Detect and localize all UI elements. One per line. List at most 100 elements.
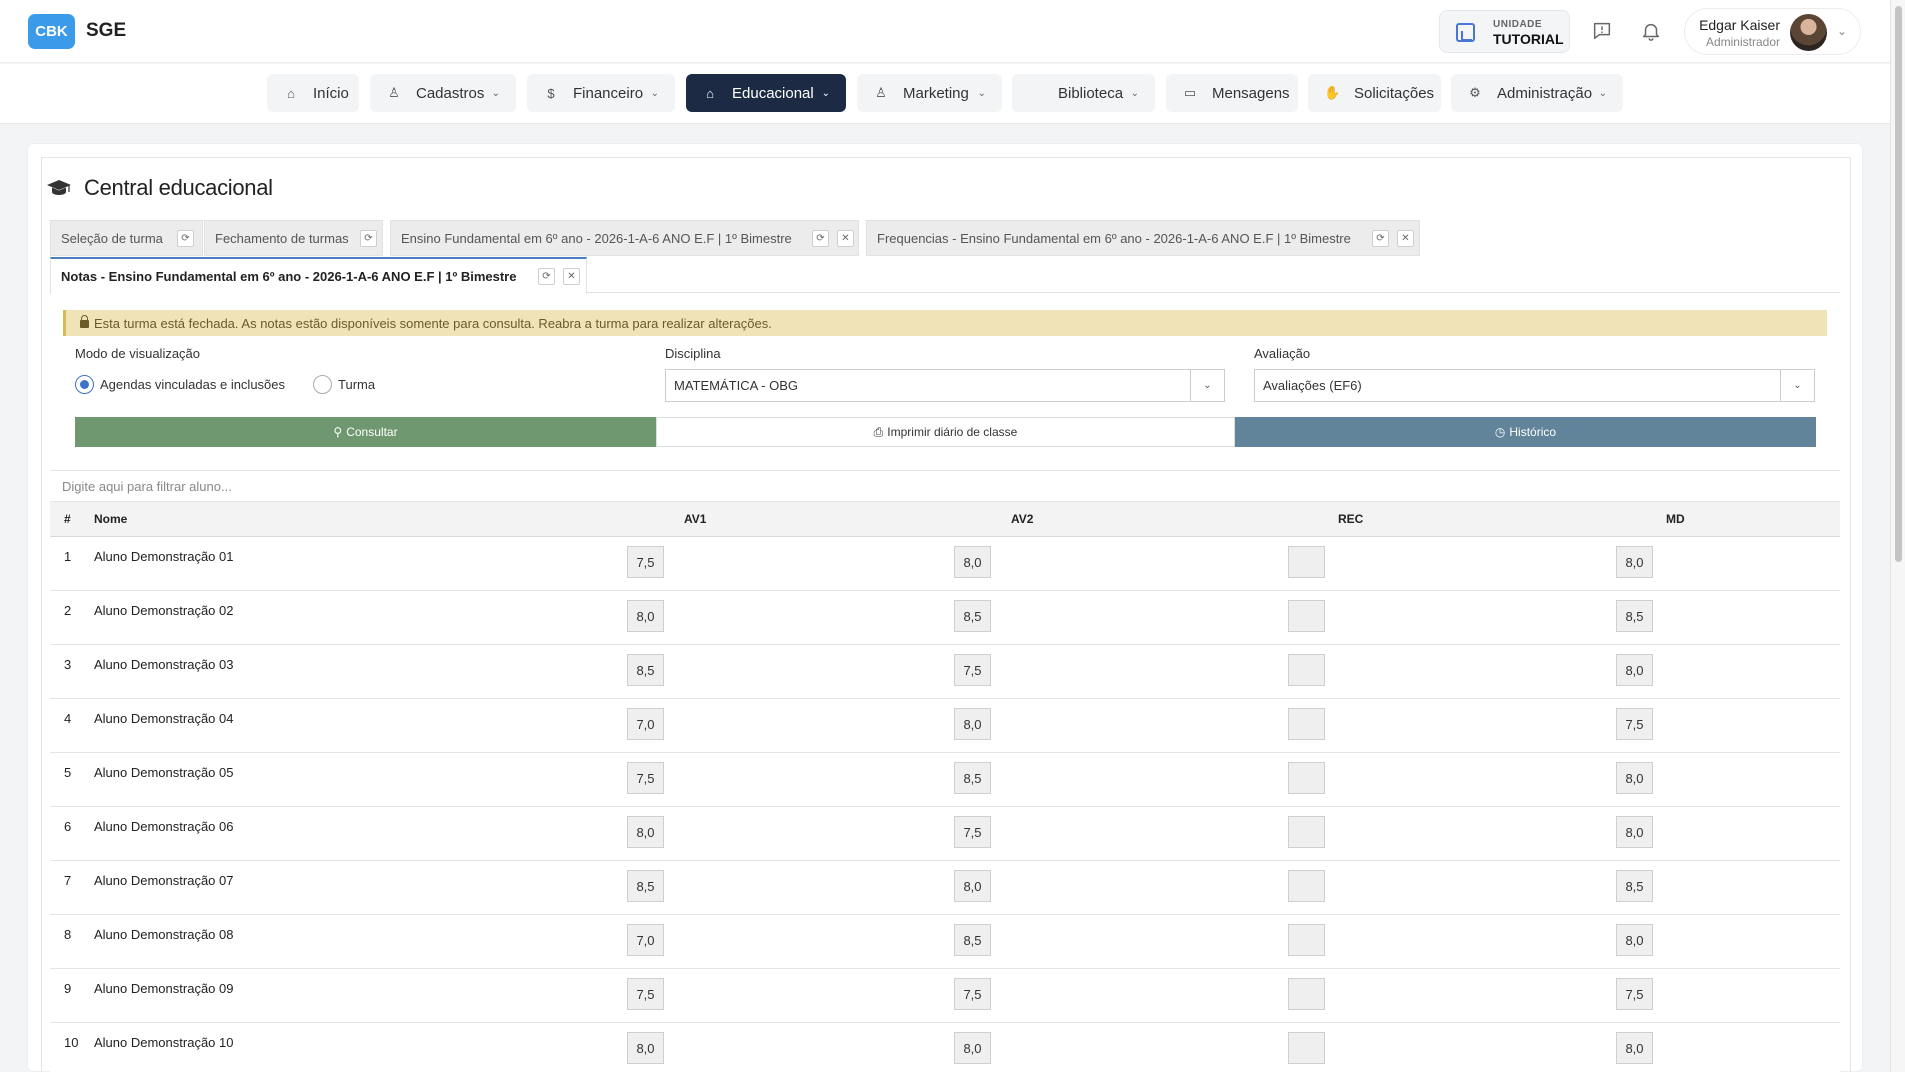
col-rec[interactable]: REC xyxy=(1338,512,1363,526)
grade-rec[interactable] xyxy=(1288,1032,1325,1064)
grade-av2[interactable]: 7,5 xyxy=(954,978,991,1010)
close-icon[interactable]: ✕ xyxy=(1397,230,1414,247)
historico-button[interactable]: ◷ Histórico xyxy=(1235,417,1816,447)
table-row: 5 Aluno Demonstração 05 7,5 8,5 8,0 xyxy=(50,753,1840,807)
grade-rec[interactable] xyxy=(1288,816,1325,848)
folder-icon: ▭ xyxy=(1183,85,1197,100)
grade-av1[interactable]: 8,0 xyxy=(627,816,664,848)
disciplina-select[interactable]: MATEMÁTICA - OBG ⌄ xyxy=(665,369,1225,402)
disciplina-label: Disciplina xyxy=(665,346,721,361)
grade-rec[interactable] xyxy=(1288,924,1325,956)
consultar-button[interactable]: ⚲ Consultar xyxy=(75,417,656,447)
disciplina-value: MATEMÁTICA - OBG xyxy=(674,378,798,393)
student-filter-input[interactable]: Digite aqui para filtrar aluno... xyxy=(50,470,1840,502)
grade-md[interactable]: 7,5 xyxy=(1616,708,1653,740)
grade-av2[interactable]: 8,0 xyxy=(954,1032,991,1064)
nav-label: Início xyxy=(313,84,349,102)
col-md[interactable]: MD xyxy=(1666,512,1685,526)
nav-item-biblioteca[interactable]: Biblioteca ⌄ xyxy=(1012,74,1155,112)
grade-md[interactable]: 8,5 xyxy=(1616,600,1653,632)
grade-av2[interactable]: 8,0 xyxy=(954,870,991,902)
nav-item-inicio[interactable]: ⌂ Início xyxy=(267,74,359,112)
lock-icon xyxy=(80,315,89,328)
nav-item-solicitacoes[interactable]: ✋ Solicitações xyxy=(1308,74,1441,112)
tab-notas[interactable]: Notas - Ensino Fundamental em 6º ano - 2… xyxy=(50,257,587,294)
search-icon: ⚲ xyxy=(333,425,343,439)
refresh-icon[interactable]: ⟳ xyxy=(1372,230,1389,247)
nav-item-administracao[interactable]: ⚙ Administração ⌄ xyxy=(1451,74,1623,112)
grade-av1[interactable]: 8,5 xyxy=(627,654,664,686)
grade-rec[interactable] xyxy=(1288,978,1325,1010)
grade-rec[interactable] xyxy=(1288,708,1325,740)
nav-item-mensagens[interactable]: ▭ Mensagens xyxy=(1166,74,1298,112)
grade-av2[interactable]: 8,0 xyxy=(954,708,991,740)
nav-item-educacional[interactable]: ⌂ Educacional ⌄ xyxy=(686,74,846,112)
grade-rec[interactable] xyxy=(1288,762,1325,794)
grade-md[interactable]: 8,5 xyxy=(1616,870,1653,902)
unit-value: TUTORIAL xyxy=(1493,31,1564,47)
grade-av1[interactable]: 8,0 xyxy=(627,600,664,632)
grade-av1[interactable]: 8,5 xyxy=(627,870,664,902)
unit-selector[interactable]: UNIDADE TUTORIAL xyxy=(1439,10,1570,53)
refresh-icon[interactable]: ⟳ xyxy=(538,268,555,285)
grade-av1[interactable]: 7,5 xyxy=(627,762,664,794)
tab-label: Fechamento de turmas xyxy=(215,230,349,246)
grade-md[interactable]: 8,0 xyxy=(1616,1032,1653,1064)
grade-rec[interactable] xyxy=(1288,546,1325,578)
grade-rec[interactable] xyxy=(1288,654,1325,686)
close-icon[interactable]: ✕ xyxy=(563,268,580,285)
radio-agendas[interactable] xyxy=(75,375,94,394)
grade-av1[interactable]: 7,5 xyxy=(627,978,664,1010)
chevron-down-icon: ⌄ xyxy=(977,87,986,99)
grade-av1[interactable]: 8,0 xyxy=(627,1032,664,1064)
grade-md[interactable]: 8,0 xyxy=(1616,654,1653,686)
refresh-icon[interactable]: ⟳ xyxy=(360,230,377,247)
grade-rec[interactable] xyxy=(1288,870,1325,902)
tab-frequencias[interactable]: Frequencias - Ensino Fundamental em 6º a… xyxy=(866,220,1420,256)
radio-turma[interactable] xyxy=(313,375,332,394)
col-av2[interactable]: AV2 xyxy=(1011,512,1033,526)
student-name: Aluno Demonstração 02 xyxy=(94,603,234,618)
tab-selecao-turma[interactable]: Seleção de turma ⟳ xyxy=(50,220,203,256)
grade-md[interactable]: 8,0 xyxy=(1616,924,1653,956)
grade-av2[interactable]: 8,0 xyxy=(954,546,991,578)
nav-label: Cadastros xyxy=(416,84,485,102)
table-row: 6 Aluno Demonstração 06 8,0 7,5 8,0 xyxy=(50,807,1840,861)
grade-rec[interactable] xyxy=(1288,600,1325,632)
grade-av2[interactable]: 8,5 xyxy=(954,600,991,632)
col-av1[interactable]: AV1 xyxy=(684,512,706,526)
imprimir-button[interactable]: ⎙ Imprimir diário de classe xyxy=(656,417,1235,447)
grade-av2[interactable]: 8,5 xyxy=(954,762,991,794)
refresh-icon[interactable]: ⟳ xyxy=(812,230,829,247)
scrollbar-thumb[interactable] xyxy=(1895,6,1902,562)
refresh-icon[interactable]: ⟳ xyxy=(177,230,194,247)
grade-av2[interactable]: 8,5 xyxy=(954,924,991,956)
nav-item-cadastros[interactable]: ♙ Cadastros ⌄ xyxy=(370,74,516,112)
grade-md[interactable]: 7,5 xyxy=(1616,978,1653,1010)
page-title-text: Central educacional xyxy=(84,175,273,200)
clock-icon: ◷ xyxy=(1494,425,1506,439)
user-menu[interactable]: Edgar Kaiser Administrador ⌄ xyxy=(1684,8,1861,55)
radio-turma-label[interactable]: Turma xyxy=(338,377,375,392)
grade-av1[interactable]: 7,0 xyxy=(627,924,664,956)
app-logo[interactable]: CBK xyxy=(28,14,75,49)
grade-md[interactable]: 8,0 xyxy=(1616,762,1653,794)
tab-fechamento-turmas[interactable]: Fechamento de turmas ⟳ xyxy=(204,220,383,256)
tab-ensino-fundamental[interactable]: Ensino Fundamental em 6º ano - 2026-1-A-… xyxy=(390,220,859,256)
student-name: Aluno Demonstração 09 xyxy=(94,981,234,996)
grade-av2[interactable]: 7,5 xyxy=(954,654,991,686)
nav-item-marketing[interactable]: ♙ Marketing ⌄ xyxy=(857,74,1002,112)
grade-av1[interactable]: 7,0 xyxy=(627,708,664,740)
grade-av1[interactable]: 7,5 xyxy=(627,546,664,578)
page-scrollbar[interactable] xyxy=(1890,0,1905,1072)
nav-item-financeiro[interactable]: $ Financeiro ⌄ xyxy=(527,74,675,112)
grade-av2[interactable]: 7,5 xyxy=(954,816,991,848)
col-number: # xyxy=(64,512,71,526)
message-icon[interactable] xyxy=(1591,20,1613,42)
grade-md[interactable]: 8,0 xyxy=(1616,546,1653,578)
radio-agendas-label[interactable]: Agendas vinculadas e inclusões xyxy=(100,377,285,392)
bell-icon[interactable] xyxy=(1640,20,1662,42)
grade-md[interactable]: 8,0 xyxy=(1616,816,1653,848)
avaliacao-select[interactable]: Avaliações (EF6) ⌄ xyxy=(1254,369,1815,402)
close-icon[interactable]: ✕ xyxy=(837,230,854,247)
